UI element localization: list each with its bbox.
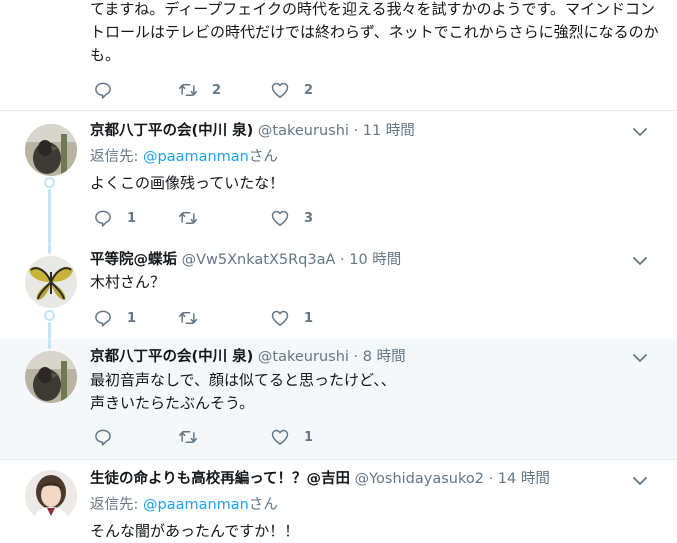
reply-label: 返信先: (90, 149, 143, 165)
chevron-down-icon (631, 123, 649, 141)
reply-count: 1 (127, 310, 137, 326)
author-name[interactable]: 平等院@蝶垢 (90, 252, 177, 268)
avatar[interactable] (25, 351, 77, 403)
tweet-text: よくこの画像残っていたな！ (90, 174, 285, 192)
retweet-button[interactable] (178, 208, 212, 228)
timestamp[interactable]: 8 時間 (363, 349, 406, 365)
thread-line (48, 322, 51, 339)
separator-dot: · (488, 471, 494, 487)
reply-label: 返信先: (90, 497, 143, 513)
retweet-button[interactable]: 2 (178, 80, 221, 100)
tweet-card[interactable]: てますね。ディープフェイクの時代を迎える我々を試すかのようです。マインドコントロ… (0, 0, 677, 111)
author-name[interactable]: 生徒の命よりも高校再編って！？@吉田 (90, 471, 350, 487)
chevron-down-icon (631, 472, 649, 490)
reply-button[interactable] (93, 427, 127, 447)
tweet-card[interactable]: 京都八丁平の会(中川 泉) @takeurushi · 11 時間 返信先: @… (0, 111, 677, 244)
tweet-header: 生徒の命よりも高校再編って！？@吉田 @Yoshidayasuko2 · 14 … (90, 469, 550, 489)
thread-line (48, 189, 51, 244)
reply-context: 返信先: @paamanmanさん (90, 147, 278, 167)
tweet-header: 京都八丁平の会(中川 泉) @takeurushi · 8 時間 (90, 347, 406, 367)
chevron-down-icon (631, 252, 649, 270)
reply-icon (93, 308, 113, 328)
retweet-icon (178, 208, 198, 228)
retweet-button[interactable] (178, 308, 212, 328)
separator-dot: · (340, 252, 345, 268)
retweet-icon (178, 80, 198, 100)
avatar[interactable] (25, 470, 77, 522)
author-name[interactable]: 京都八丁平の会(中川 泉) (90, 123, 253, 139)
reply-mention-link[interactable]: @paamanman (143, 149, 249, 165)
tweet-header: 平等院@蝶垢 @Vw5XnkatX5Rq3aA · 10 時間 (90, 250, 401, 270)
reply-button[interactable]: 1 (93, 308, 136, 328)
more-options-button[interactable] (631, 123, 649, 141)
tweet-header: 京都八丁平の会(中川 泉) @takeurushi · 11 時間 (90, 121, 415, 141)
reply-button[interactable] (93, 80, 127, 100)
tweet-card[interactable]: 平等院@蝶垢 @Vw5XnkatX5Rq3aA · 10 時間 木村さん？ 1 … (0, 244, 677, 339)
author-handle[interactable]: @takeurushi (258, 123, 349, 139)
like-count: 3 (304, 210, 314, 226)
separator-dot: · (353, 123, 359, 139)
more-options-button[interactable] (631, 252, 649, 270)
thread-line (48, 244, 51, 254)
heart-icon (270, 308, 290, 328)
tweet-card-focused[interactable]: 京都八丁平の会(中川 泉) @takeurushi · 8 時間 最初音声なしで… (0, 339, 677, 460)
author-name[interactable]: 京都八丁平の会(中川 泉) (90, 349, 253, 365)
avatar[interactable] (25, 124, 77, 176)
reply-suffix: さん (248, 497, 278, 513)
reply-context: 返信先: @paamanmanさん (90, 495, 278, 515)
thread-line (48, 339, 51, 349)
like-button[interactable]: 2 (270, 80, 313, 100)
retweet-icon (178, 308, 198, 328)
more-options-button[interactable] (631, 349, 649, 367)
tweet-text: 木村さん？ (90, 273, 166, 291)
reply-mention-link[interactable]: @paamanman (143, 497, 249, 513)
thread-connector-dot (44, 310, 55, 321)
reply-icon (93, 208, 113, 228)
retweet-button[interactable] (178, 427, 212, 447)
tweet-text: そんな闇があったんですか！！ (90, 522, 300, 540)
tweet-text: 最初音声なしで、顔は似てると思ったけど、、 声きいたらたぶんそう。 (90, 371, 396, 412)
reply-icon (93, 427, 113, 447)
retweet-count: 2 (212, 82, 222, 98)
heart-icon (270, 427, 290, 447)
chevron-down-icon (631, 349, 649, 367)
like-count: 1 (304, 310, 314, 326)
tweet-card[interactable]: 生徒の命よりも高校再編って！？@吉田 @Yoshidayasuko2 · 14 … (0, 460, 677, 541)
author-handle[interactable]: @Yoshidayasuko2 (355, 471, 484, 487)
retweet-icon (178, 427, 198, 447)
separator-dot: · (353, 349, 359, 365)
like-button[interactable]: 1 (270, 308, 313, 328)
like-button[interactable]: 1 (270, 427, 313, 447)
reply-button[interactable]: 1 (93, 208, 136, 228)
like-button[interactable]: 3 (270, 208, 313, 228)
reply-icon (93, 80, 113, 100)
heart-icon (270, 80, 290, 100)
like-count: 1 (304, 429, 314, 445)
thread-connector-dot (44, 177, 55, 188)
avatar[interactable] (25, 256, 77, 308)
author-handle[interactable]: @takeurushi (258, 349, 349, 365)
timestamp[interactable]: 10 時間 (349, 252, 401, 268)
tweet-text: てますね。ディープフェイクの時代を迎える我々を試すかのようです。マインドコントロ… (90, 0, 659, 64)
more-options-button[interactable] (631, 472, 649, 490)
reply-suffix: さん (248, 149, 278, 165)
heart-icon (270, 208, 290, 228)
author-handle[interactable]: @Vw5XnkatX5Rq3aA (182, 252, 336, 268)
timestamp[interactable]: 14 時間 (498, 471, 550, 487)
reply-count: 1 (127, 210, 137, 226)
like-count: 2 (304, 82, 314, 98)
timestamp[interactable]: 11 時間 (363, 123, 415, 139)
